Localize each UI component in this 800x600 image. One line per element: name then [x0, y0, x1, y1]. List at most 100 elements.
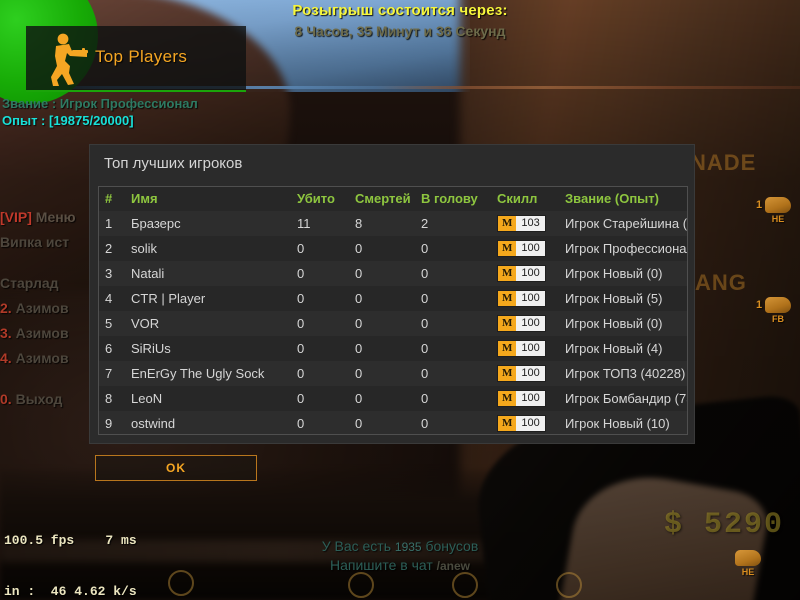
cell-rank-title: Игрок ТОП3 (40228) — [565, 361, 687, 386]
cell-rank: 8 — [99, 386, 131, 411]
cell-name: SiRiUs — [131, 336, 297, 361]
cell-name: EnErGy The Ugly Sock — [131, 361, 297, 386]
cell-kills: 0 — [297, 261, 355, 286]
player-exp-line: Опыт : [19875/20000] — [2, 113, 134, 128]
skill-badge: M 100 — [497, 390, 546, 408]
cell-rank: 6 — [99, 336, 131, 361]
column-header-deaths[interactable]: Смертей — [355, 187, 421, 211]
cell-name: VOR — [131, 311, 297, 336]
skill-badge: M 100 — [497, 315, 546, 333]
skill-badge-tag: M — [498, 366, 517, 382]
player-rank-line: Звание : Игрок Профессионал — [2, 96, 198, 111]
ok-button[interactable]: OK — [95, 455, 257, 481]
hud-round-icon-3 — [452, 572, 478, 598]
cell-name: CTR | Player — [131, 286, 297, 311]
weapon-word-nade: NADE — [690, 150, 757, 175]
column-header-name[interactable]: Имя — [131, 187, 297, 211]
cell-headshots: 0 — [421, 236, 497, 261]
cell-headshots: 0 — [421, 411, 497, 434]
cell-skill: M 100 — [497, 261, 565, 286]
cell-kills: 0 — [297, 311, 355, 336]
cell-headshots: 0 — [421, 261, 497, 286]
cell-rank: 2 — [99, 236, 131, 261]
netgraph: 100.5 fps 7 ms in : 46 4.62 k/s out: 17 … — [4, 498, 137, 600]
skill-badge-tag: M — [498, 416, 517, 432]
cell-deaths: 0 — [355, 286, 421, 311]
cell-skill: M 100 — [497, 236, 565, 261]
cell-name: solik — [131, 236, 297, 261]
skill-badge-value: 100 — [516, 366, 545, 382]
cell-deaths: 0 — [355, 411, 421, 434]
game-screen: NADE ANG 1 HE 1 FB HE $ 5290 Розыгрыш со… — [0, 0, 800, 600]
hud-round-icon-2 — [348, 572, 374, 598]
cell-headshots: 0 — [421, 386, 497, 411]
table-row[interactable]: 3 Natali 0 0 0 M 100 Игрок Новый (0) — [99, 261, 687, 286]
cell-rank-title: Игрок Новый (5) — [565, 286, 687, 311]
cell-kills: 0 — [297, 336, 355, 361]
cell-headshots: 0 — [421, 286, 497, 311]
cell-rank-title: Игрок Новый (0) — [565, 311, 687, 336]
top-players-title: Top Players — [95, 47, 188, 66]
table-row[interactable]: 2solik000M100Игрок Профессионал (16866) — [99, 236, 687, 261]
column-header-skill[interactable]: Скилл — [497, 187, 565, 211]
skill-badge: M 103 — [497, 215, 546, 233]
cell-skill: M 100 — [497, 386, 565, 411]
grenade-fb-slot: 1 FB — [756, 297, 791, 324]
grenade-he-slot-bottom: HE — [735, 550, 761, 577]
cell-deaths: 0 — [355, 361, 421, 386]
cell-skill: M 100 — [497, 411, 565, 434]
grenade-he-label-bottom: HE — [741, 567, 755, 577]
cell-rank-title: Игрок Новый (0) — [565, 261, 687, 286]
skill-badge: M 100 — [497, 290, 546, 308]
cs-soldier-icon — [51, 33, 88, 86]
grenade-he-icon — [765, 197, 791, 213]
table-row[interactable]: 1Бразерс1182M103 Игрок Старейшина (13894) — [99, 211, 687, 236]
skill-badge-value: 103 — [516, 216, 545, 232]
cell-headshots: 0 — [421, 336, 497, 361]
money-display: $ 5290 — [663, 508, 784, 542]
column-header-rank[interactable]: # — [99, 187, 131, 211]
table-row[interactable]: 9 ostwind 0 0 0 M 100 Игрок Новый (10) — [99, 411, 687, 434]
skill-badge-value: 100 — [516, 291, 545, 307]
skill-badge-value: 100 — [516, 241, 545, 257]
cell-deaths: 0 — [355, 336, 421, 361]
top-players-table-container[interactable]: # Имя Убито Смертей В голову Скилл Звани… — [98, 186, 688, 435]
table-body: 1Бразерс1182M103Игрок Старейшина (13894)… — [99, 211, 687, 434]
table-row[interactable]: 5 VOR 0 0 0 M 100 Игрок Новый (0) — [99, 311, 687, 336]
table-row[interactable]: 6 SiRiUs 0 0 0 M 100 Игрок Новый (4) — [99, 336, 687, 361]
cell-kills: 11 — [297, 211, 355, 236]
hud-round-icon-1 — [168, 570, 194, 596]
grenade-fb-label: FB — [772, 314, 784, 324]
cell-kills: 0 — [297, 411, 355, 434]
cell-deaths: 0 — [355, 261, 421, 286]
cell-skill: M 100 — [497, 311, 565, 336]
skill-badge-tag: M — [498, 241, 517, 257]
cell-rank-title: Игрок Профессионал (16866) — [565, 236, 687, 261]
cell-kills: 0 — [297, 236, 355, 261]
grenade-he-slot: 1 HE — [756, 197, 791, 224]
cell-name: Бразерс — [131, 211, 297, 236]
weapon-word-flash: ANG — [695, 270, 747, 295]
table-row[interactable]: 4 CTR | Player 0 0 0 M 100 Игрок Новый (5) — [99, 286, 687, 311]
column-header-kills[interactable]: Убито — [297, 187, 355, 211]
skill-badge: M 100 — [497, 415, 546, 433]
cell-headshots: 0 — [421, 361, 497, 386]
cell-rank: 7 — [99, 361, 131, 386]
cell-name: LeoN — [131, 386, 297, 411]
cell-rank: 9 — [99, 411, 131, 434]
cell-deaths: 8 — [355, 211, 421, 236]
table-row[interactable]: 7 EnErGy The Ugly Sock 0 0 0 M 100 Игрок ТОП3 (… — [99, 361, 687, 386]
skill-badge-value: 100 — [516, 266, 545, 282]
skill-badge: M 100 — [497, 365, 546, 383]
cell-rank: 1 — [99, 211, 131, 236]
table-row[interactable]: 8LeoN000M100Игрок Бомбандир (7350) — [99, 386, 687, 411]
cell-deaths: 0 — [355, 236, 421, 261]
column-header-rank-title[interactable]: Звание (Опыт) — [565, 187, 687, 211]
skill-badge-value: 100 — [516, 391, 545, 407]
hud-round-icon-4 — [556, 572, 582, 598]
top-players-dialog: Топ лучших игроков # Имя Убито Смертей В… — [90, 145, 694, 443]
skill-badge-tag: M — [498, 291, 517, 307]
column-header-headshots[interactable]: В голову — [421, 187, 497, 211]
cell-name: Natali — [131, 261, 297, 286]
cell-rank: 3 — [99, 261, 131, 286]
